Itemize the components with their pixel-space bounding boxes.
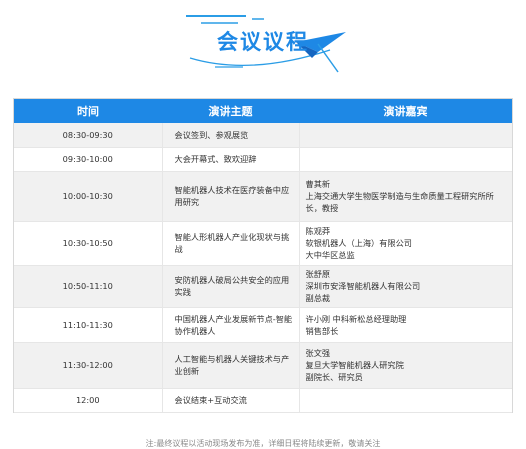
speaker-line: 软银机器人（上海）有限公司 <box>305 238 412 248</box>
header-time: 时间 <box>77 105 99 118</box>
row-topic: 中国机器人产业发展新节点-智能协作机器人 <box>162 307 300 343</box>
row-time: 08:30-09:30 <box>14 123 163 148</box>
speaker-line: 副院长、研究员 <box>305 372 363 382</box>
speaker-line: 曹其新 <box>305 179 331 189</box>
speaker-line: 副总裁 <box>305 293 331 303</box>
row-topic: 智能人形机器人产业化现状与挑战 <box>162 221 300 266</box>
row-speaker <box>299 147 512 172</box>
row-time: 12:00 <box>14 388 163 413</box>
row-topic: 大会开幕式、致欢迎辞 <box>162 147 300 172</box>
table-row: 10:50-11:10 安防机器人破局公共安全的应用实践 张舒原深圳市安泽智能机器人… <box>14 265 512 308</box>
table-row: 10:00-10:30 智能机器人技术在医疗装备中应用研究 曹其新上海交通大学生物医… <box>14 171 512 222</box>
row-time: 10:00-10:30 <box>14 171 163 222</box>
speaker-line: 张文强 <box>305 348 331 358</box>
speaker-line: 深圳市安泽智能机器人有限公司 <box>305 281 421 291</box>
row-time: 10:50-11:10 <box>14 265 163 308</box>
table-header-row: 时间 演讲主题 演讲嘉宾 <box>14 99 512 123</box>
speaker-line: 陈观莽 <box>305 226 331 236</box>
speaker-line: 复旦大学智能机器人研究院 <box>305 360 404 370</box>
row-time: 09:30-10:00 <box>14 147 163 172</box>
table-row: 11:10-11:30 中国机器人产业发展新节点-智能协作机器人 许小刚 中科新松总… <box>14 307 512 343</box>
table-row: 08:30-09:30 会议签到、参观展览 <box>14 123 512 148</box>
speaker-line: 张舒原 <box>305 269 331 279</box>
row-speaker <box>299 123 512 148</box>
row-topic: 智能机器人技术在医疗装备中应用研究 <box>162 171 300 222</box>
speaker-line: 上海交通大学生物医学制造与生命质量工程研究所所长，教授 <box>305 191 494 213</box>
row-topic: 会议结束+互动交流 <box>162 388 300 413</box>
header-speaker: 演讲嘉宾 <box>383 105 428 118</box>
page-title: 会议议程 <box>217 30 309 54</box>
row-topic: 人工智能与机器人关键技术与产业创新 <box>162 342 300 389</box>
header-topic: 演讲主题 <box>208 105 253 118</box>
page-header: 会议议程 <box>0 0 526 96</box>
row-speaker <box>299 388 512 413</box>
row-topic: 会议签到、参观展览 <box>162 123 300 148</box>
row-speaker: 张舒原深圳市安泽智能机器人有限公司 副总裁 <box>299 265 512 308</box>
row-topic: 安防机器人破局公共安全的应用实践 <box>162 265 300 308</box>
row-time: 10:30-10:50 <box>14 221 163 266</box>
table-row: 12:00 会议结束+互动交流 <box>14 388 512 413</box>
row-time: 11:30-12:00 <box>14 342 163 389</box>
speaker-line: 销售部长 <box>305 325 339 336</box>
row-speaker: 张文强复旦大学智能机器人研究院 副院长、研究员 <box>299 342 512 389</box>
table-row: 09:30-10:00 大会开幕式、致欢迎辞 <box>14 147 512 172</box>
row-speaker: 许小刚 中科新松总经理助理 销售部长 <box>299 307 512 343</box>
speaker-line: 许小刚 中科新松总经理助理 <box>305 313 407 324</box>
agenda-table: 时间 演讲主题 演讲嘉宾 08:30-09:30 会议签到、参观展览 09:30-1… <box>13 98 513 413</box>
speaker-line: 大中华区总监 <box>305 250 355 260</box>
row-time: 11:10-11:30 <box>14 307 163 343</box>
table-row: 11:30-12:00 人工智能与机器人关键技术与产业创新 张文强复旦大学智能机器人… <box>14 342 512 389</box>
table-row: 10:30-10:50 智能人形机器人产业化现状与挑战 陈观莽软银机器人（上海）有限… <box>14 221 512 266</box>
footer-note: 注:最终议程以活动现场发布为准，详细日程将陆续更新，敬请关注 <box>145 439 381 448</box>
row-speaker: 曹其新上海交通大学生物医学制造与生命质量工程研究所所长，教授 <box>299 171 512 222</box>
row-speaker: 陈观莽软银机器人（上海）有限公司 大中华区总监 <box>299 221 512 266</box>
